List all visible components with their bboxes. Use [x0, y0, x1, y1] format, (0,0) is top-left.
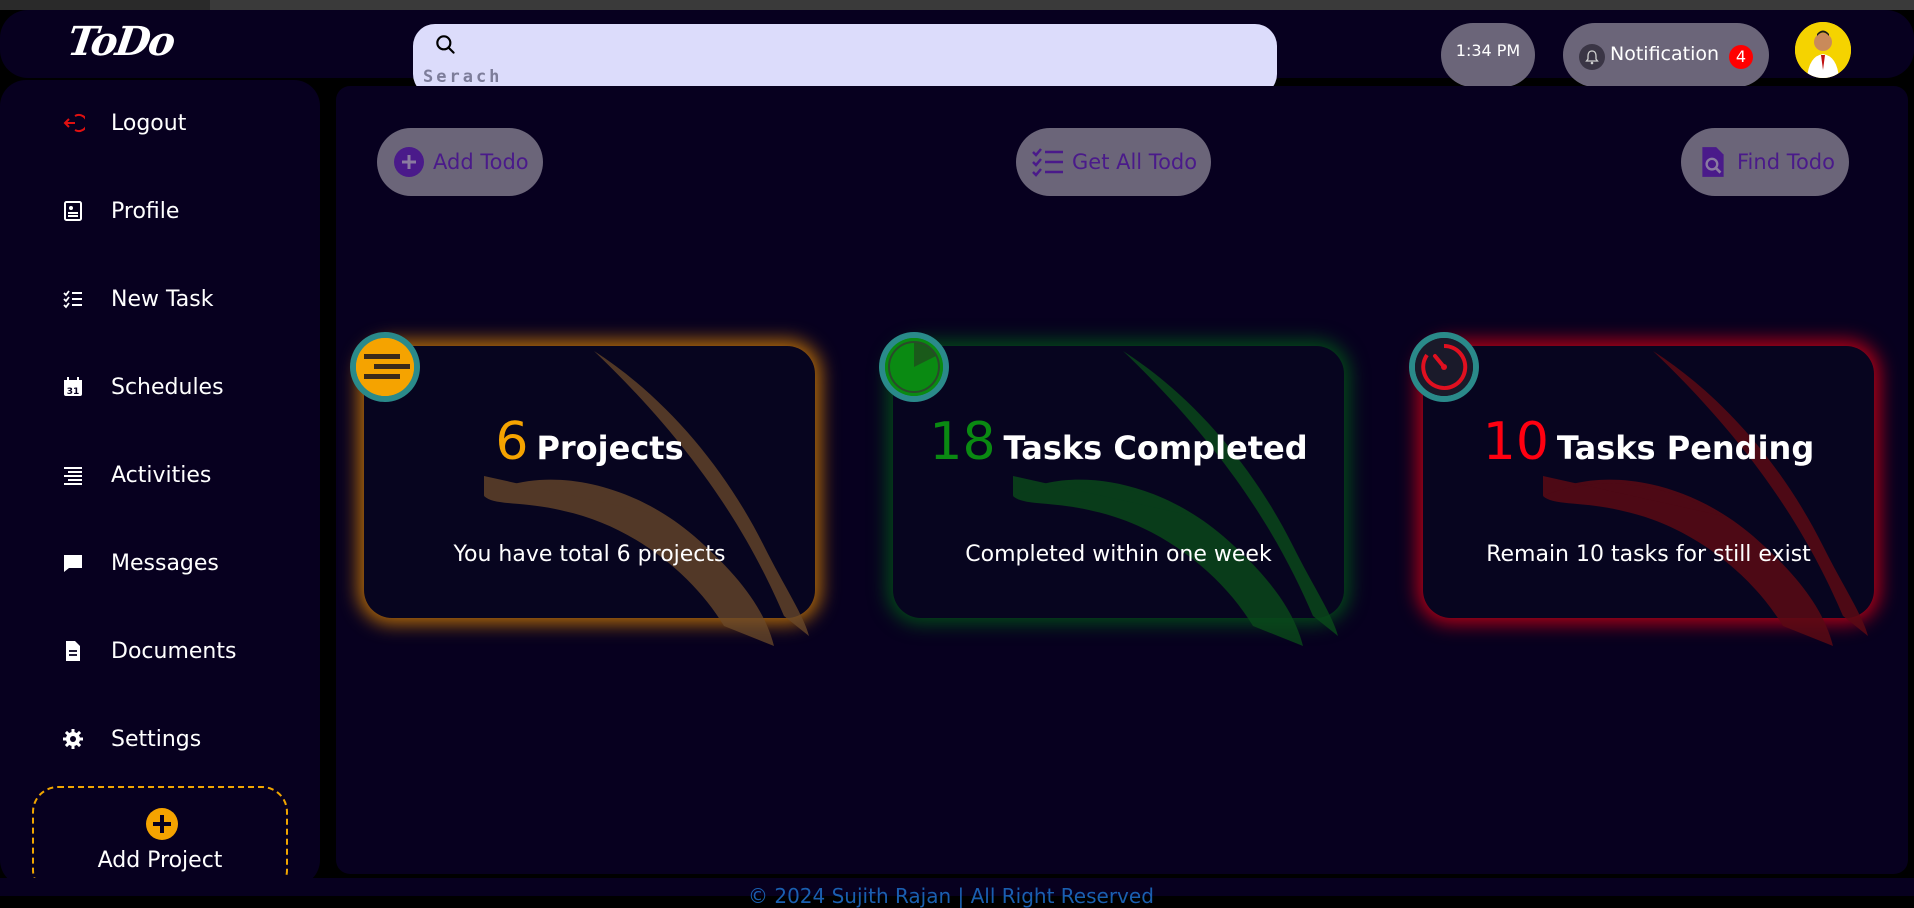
- sidebar-item-label: Documents: [111, 638, 237, 664]
- sidebar-item-new-task[interactable]: New Task: [58, 279, 298, 319]
- sidebar-item-documents[interactable]: Documents: [58, 631, 298, 671]
- add-circle-icon: [391, 144, 427, 180]
- completed-pie-icon: [879, 332, 949, 402]
- task-list-icon: [58, 284, 88, 314]
- gear-icon: [58, 724, 88, 754]
- search-icon: [436, 35, 455, 54]
- tasks-completed-card[interactable]: 18 Tasks Completed Completed within one w…: [879, 332, 1344, 646]
- find-document-icon: [1695, 144, 1731, 180]
- tasks-completed-card-title: 18 Tasks Completed: [893, 412, 1344, 472]
- sidebar-item-label: Messages: [111, 550, 219, 576]
- sidebar-item-label: Profile: [111, 198, 180, 224]
- checklist-icon: [1030, 144, 1066, 180]
- sidebar: Logout Profile New Task 31 Schedules Act…: [0, 80, 320, 896]
- sidebar-item-profile[interactable]: Profile: [58, 191, 298, 231]
- find-todo-button[interactable]: Find Todo: [1681, 128, 1849, 196]
- sidebar-item-logout[interactable]: Logout: [58, 103, 298, 143]
- svg-text:31: 31: [67, 387, 80, 397]
- projects-card[interactable]: 6 Projects You have total 6 projects: [350, 332, 815, 646]
- tasks-completed-count: 18: [929, 412, 996, 472]
- projects-count: 6: [495, 412, 529, 472]
- sidebar-item-label: Logout: [111, 110, 187, 136]
- add-icon: [146, 808, 178, 840]
- sidebar-item-schedules[interactable]: 31 Schedules: [58, 367, 298, 407]
- browser-tab: [0, 0, 210, 10]
- sidebar-item-messages[interactable]: Messages: [58, 543, 298, 583]
- browser-top-strip: [0, 0, 1914, 10]
- message-icon: [58, 548, 88, 578]
- tasks-pending-card[interactable]: 10 Tasks Pending Remain 10 tasks for stil…: [1409, 332, 1874, 646]
- activities-icon: [58, 460, 88, 490]
- projects-card-subtitle: You have total 6 projects: [453, 542, 726, 567]
- sidebar-item-settings[interactable]: Settings: [58, 719, 298, 759]
- add-todo-label: Add Todo: [433, 150, 529, 174]
- time-display: 1:34 PM: [1441, 23, 1535, 87]
- tasks-pending-card-subtitle: Remain 10 tasks for still exist: [1486, 542, 1811, 567]
- footer: © 2024 Sujith Rajan | All Right Reserved: [0, 878, 1914, 908]
- document-icon: [58, 636, 88, 666]
- get-all-todo-button[interactable]: Get All Todo: [1016, 128, 1212, 196]
- tasks-pending-title-label: Tasks Pending: [1556, 429, 1815, 467]
- feather-decoration: [1013, 351, 1338, 646]
- tasks-completed-title-label: Tasks Completed: [1003, 429, 1308, 467]
- projects-badge-icon: [350, 332, 420, 402]
- add-todo-button[interactable]: Add Todo: [377, 128, 543, 196]
- calendar-icon: 31: [58, 372, 88, 402]
- footer-copyright: © 2024 Sujith Rajan | All Right Reserved: [748, 884, 1154, 908]
- get-all-todo-label: Get All Todo: [1072, 150, 1198, 174]
- notification-count-badge: 4: [1729, 45, 1753, 69]
- notification-label: Notification: [1610, 43, 1720, 65]
- feather-decoration: [484, 351, 809, 646]
- app-logo[interactable]: ToDo: [65, 18, 177, 65]
- tasks-completed-card-subtitle: Completed within one week: [965, 542, 1272, 567]
- bell-icon: [1579, 44, 1605, 70]
- avatar[interactable]: [1795, 22, 1851, 78]
- timer-icon: [1409, 332, 1479, 402]
- tasks-pending-count: 10: [1482, 412, 1549, 472]
- notification-button[interactable]: Notification 4: [1563, 23, 1769, 87]
- feather-decoration: [1543, 351, 1868, 646]
- profile-icon: [58, 196, 88, 226]
- tasks-pending-card-title: 10 Tasks Pending: [1423, 412, 1874, 472]
- main-panel: Add Todo Get All Todo Find Todo 6 Projec…: [336, 86, 1908, 874]
- header-bar: ToDo 1:34 PM Notification 4: [0, 10, 1914, 96]
- sidebar-item-label: Activities: [111, 462, 212, 488]
- find-todo-label: Find Todo: [1737, 150, 1835, 174]
- sidebar-item-label: Settings: [111, 726, 202, 752]
- sidebar-item-label: Schedules: [111, 374, 224, 400]
- logout-icon: [58, 108, 88, 138]
- sidebar-item-activities[interactable]: Activities: [58, 455, 298, 495]
- projects-card-title: 6 Projects: [364, 412, 815, 472]
- sidebar-item-label: New Task: [111, 286, 214, 312]
- add-project-label: Add Project: [97, 848, 223, 873]
- projects-title-label: Projects: [536, 429, 684, 467]
